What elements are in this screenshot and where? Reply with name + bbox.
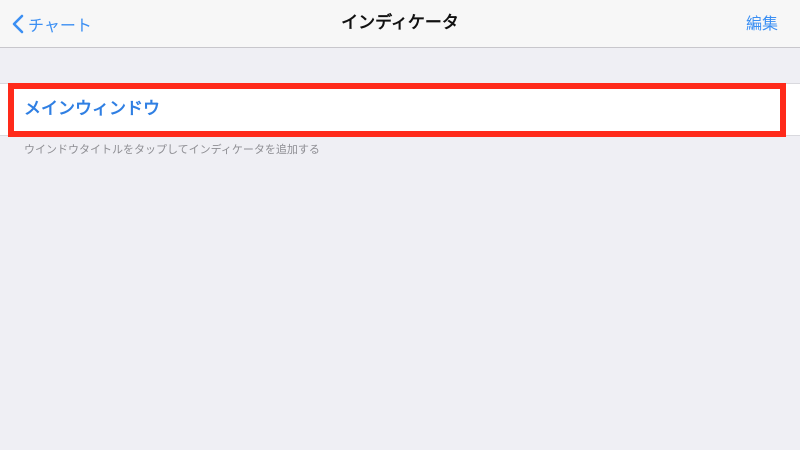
main-window-cell[interactable]: メインウィンドウ: [0, 84, 800, 136]
edit-button[interactable]: 編集: [746, 0, 778, 47]
section-footer-hint: ウインドウタイトルをタップしてインディケータを追加する: [24, 143, 320, 156]
page-title: インディケータ: [341, 13, 459, 33]
navigation-bar: チャート インディケータ 編集: [0, 0, 800, 48]
main-window-label: メインウィンドウ: [24, 99, 160, 119]
